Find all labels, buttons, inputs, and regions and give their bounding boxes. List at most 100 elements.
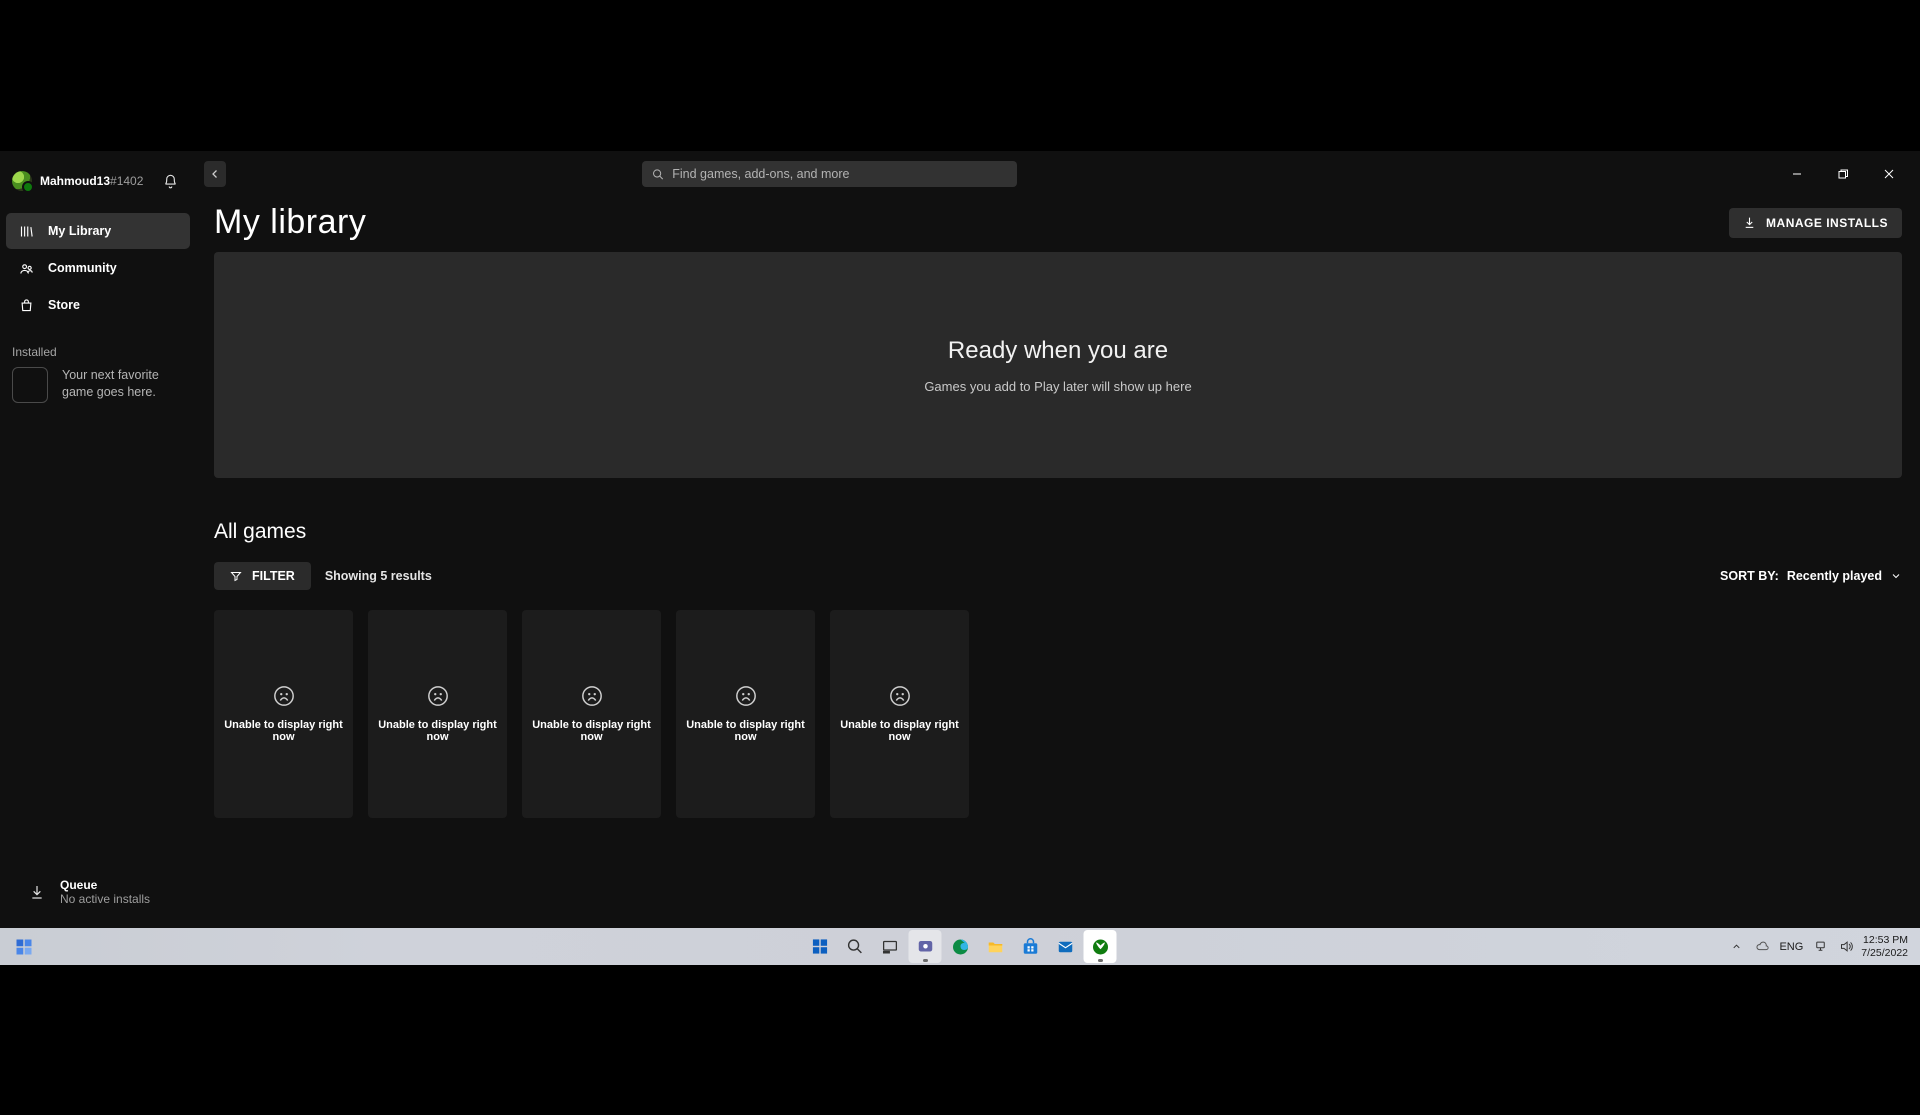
game-card[interactable]: Unable to display right now — [368, 610, 507, 818]
taskbar: ENG 12:53 PM 7/25/2022 — [0, 928, 1920, 965]
search-icon — [847, 938, 864, 955]
close-icon — [1884, 169, 1894, 179]
filter-row: FILTER Showing 5 results SORT BY: Recent… — [214, 562, 1902, 590]
installed-placeholder: Your next favorite game goes here. — [0, 367, 196, 403]
filter-icon — [230, 570, 242, 582]
letterbox-bottom — [0, 965, 1920, 1115]
search-button[interactable] — [839, 930, 872, 963]
show-hidden-icons[interactable] — [1725, 936, 1747, 958]
date: 7/25/2022 — [1861, 947, 1908, 959]
clock[interactable]: 12:53 PM 7/25/2022 — [1861, 934, 1914, 958]
xbox-icon — [1091, 938, 1109, 956]
chevron-up-icon — [1731, 941, 1742, 952]
back-button[interactable] — [204, 161, 226, 187]
sad-face-icon — [273, 685, 295, 707]
chevron-left-icon — [209, 168, 221, 180]
results-text: Showing 5 results — [325, 569, 432, 583]
community-icon — [18, 260, 34, 276]
queue[interactable]: Queue No active installs — [0, 866, 196, 928]
library-icon — [18, 223, 34, 239]
maximize-icon — [1838, 169, 1848, 179]
notifications-button[interactable] — [156, 167, 184, 195]
close-button[interactable] — [1866, 161, 1912, 187]
nav-label: My Library — [48, 224, 111, 238]
minimize-button[interactable] — [1774, 161, 1820, 187]
game-card[interactable]: Unable to display right now — [522, 610, 661, 818]
card-label: Unable to display right now — [214, 719, 353, 743]
xbox-button[interactable] — [1084, 930, 1117, 963]
explorer-button[interactable] — [979, 930, 1012, 963]
mail-button[interactable] — [1049, 930, 1082, 963]
search-box[interactable] — [642, 161, 1017, 187]
username-wrap: Mahmoud13#1402 — [40, 172, 143, 190]
taskbar-right: ENG 12:53 PM 7/25/2022 — [1725, 934, 1914, 958]
queue-title: Queue — [60, 878, 150, 892]
placeholder-text: Your next favorite game goes here. — [62, 367, 172, 401]
page-title: My library — [214, 203, 366, 242]
main: My library MANAGE INSTALLS Ready when yo… — [196, 151, 1920, 928]
maximize-button[interactable] — [1820, 161, 1866, 187]
xbox-app: Mahmoud13#1402 My Library — [0, 151, 1920, 965]
download-icon — [28, 883, 46, 901]
manage-installs-button[interactable]: MANAGE INSTALLS — [1729, 208, 1902, 238]
play-later-hero: Ready when you are Games you add to Play… — [214, 252, 1902, 478]
time: 12:53 PM — [1861, 934, 1908, 946]
filter-label: FILTER — [252, 569, 295, 583]
store-button[interactable] — [1014, 930, 1047, 963]
filter-button[interactable]: FILTER — [214, 562, 311, 590]
installed-section-label: Installed — [0, 323, 196, 367]
game-card[interactable]: Unable to display right now — [830, 610, 969, 818]
queue-subtitle: No active installs — [60, 892, 150, 906]
network-button[interactable] — [1809, 936, 1831, 958]
start-button[interactable] — [804, 930, 837, 963]
widgets-icon — [15, 938, 33, 956]
sidebar-item-store[interactable]: Store — [6, 287, 190, 323]
language-text: ENG — [1779, 941, 1803, 953]
sad-face-icon — [427, 685, 449, 707]
volume-icon — [1839, 939, 1854, 954]
hero-subtitle: Games you add to Play later will show up… — [924, 379, 1191, 394]
title-row: My library MANAGE INSTALLS — [214, 203, 1902, 242]
all-games-title: All games — [214, 520, 1902, 544]
store-icon — [18, 297, 34, 313]
search-input[interactable] — [672, 167, 1007, 181]
sidebar-item-community[interactable]: Community — [6, 250, 190, 286]
volume-button[interactable] — [1835, 936, 1857, 958]
game-card[interactable]: Unable to display right now — [214, 610, 353, 818]
task-view-icon — [882, 938, 899, 955]
card-label: Unable to display right now — [368, 719, 507, 743]
widgets-button[interactable] — [10, 933, 38, 961]
profile[interactable]: Mahmoud13#1402 — [0, 159, 196, 203]
queue-text: Queue No active installs — [60, 878, 150, 906]
task-view-button[interactable] — [874, 930, 907, 963]
sort-value: Recently played — [1787, 569, 1882, 583]
usertag: #1402 — [110, 174, 143, 188]
placeholder-box[interactable] — [12, 367, 48, 403]
cloud-icon — [1755, 939, 1770, 954]
chat-icon — [916, 938, 934, 956]
letterbox-top — [0, 0, 1920, 151]
manage-installs-label: MANAGE INSTALLS — [1766, 216, 1888, 230]
topbar — [196, 151, 1920, 191]
chat-button[interactable] — [909, 930, 942, 963]
mail-icon — [1056, 938, 1074, 956]
bell-icon — [163, 174, 178, 189]
language-indicator[interactable]: ENG — [1777, 936, 1805, 958]
nav-label: Community — [48, 261, 117, 275]
search-icon — [652, 168, 664, 181]
card-label: Unable to display right now — [676, 719, 815, 743]
sort-dropdown[interactable]: SORT BY: Recently played — [1720, 569, 1902, 583]
sort-prefix: SORT BY: — [1720, 569, 1779, 583]
sidebar-item-library[interactable]: My Library — [6, 213, 190, 249]
download-icon — [1743, 216, 1756, 229]
minimize-icon — [1792, 169, 1802, 179]
nav-label: Store — [48, 298, 80, 312]
onedrive-button[interactable] — [1751, 936, 1773, 958]
folder-icon — [986, 938, 1004, 956]
network-icon — [1813, 939, 1828, 954]
nav: My Library Community Store — [0, 213, 196, 323]
sad-face-icon — [889, 685, 911, 707]
edge-button[interactable] — [944, 930, 977, 963]
edge-icon — [951, 938, 969, 956]
game-card[interactable]: Unable to display right now — [676, 610, 815, 818]
